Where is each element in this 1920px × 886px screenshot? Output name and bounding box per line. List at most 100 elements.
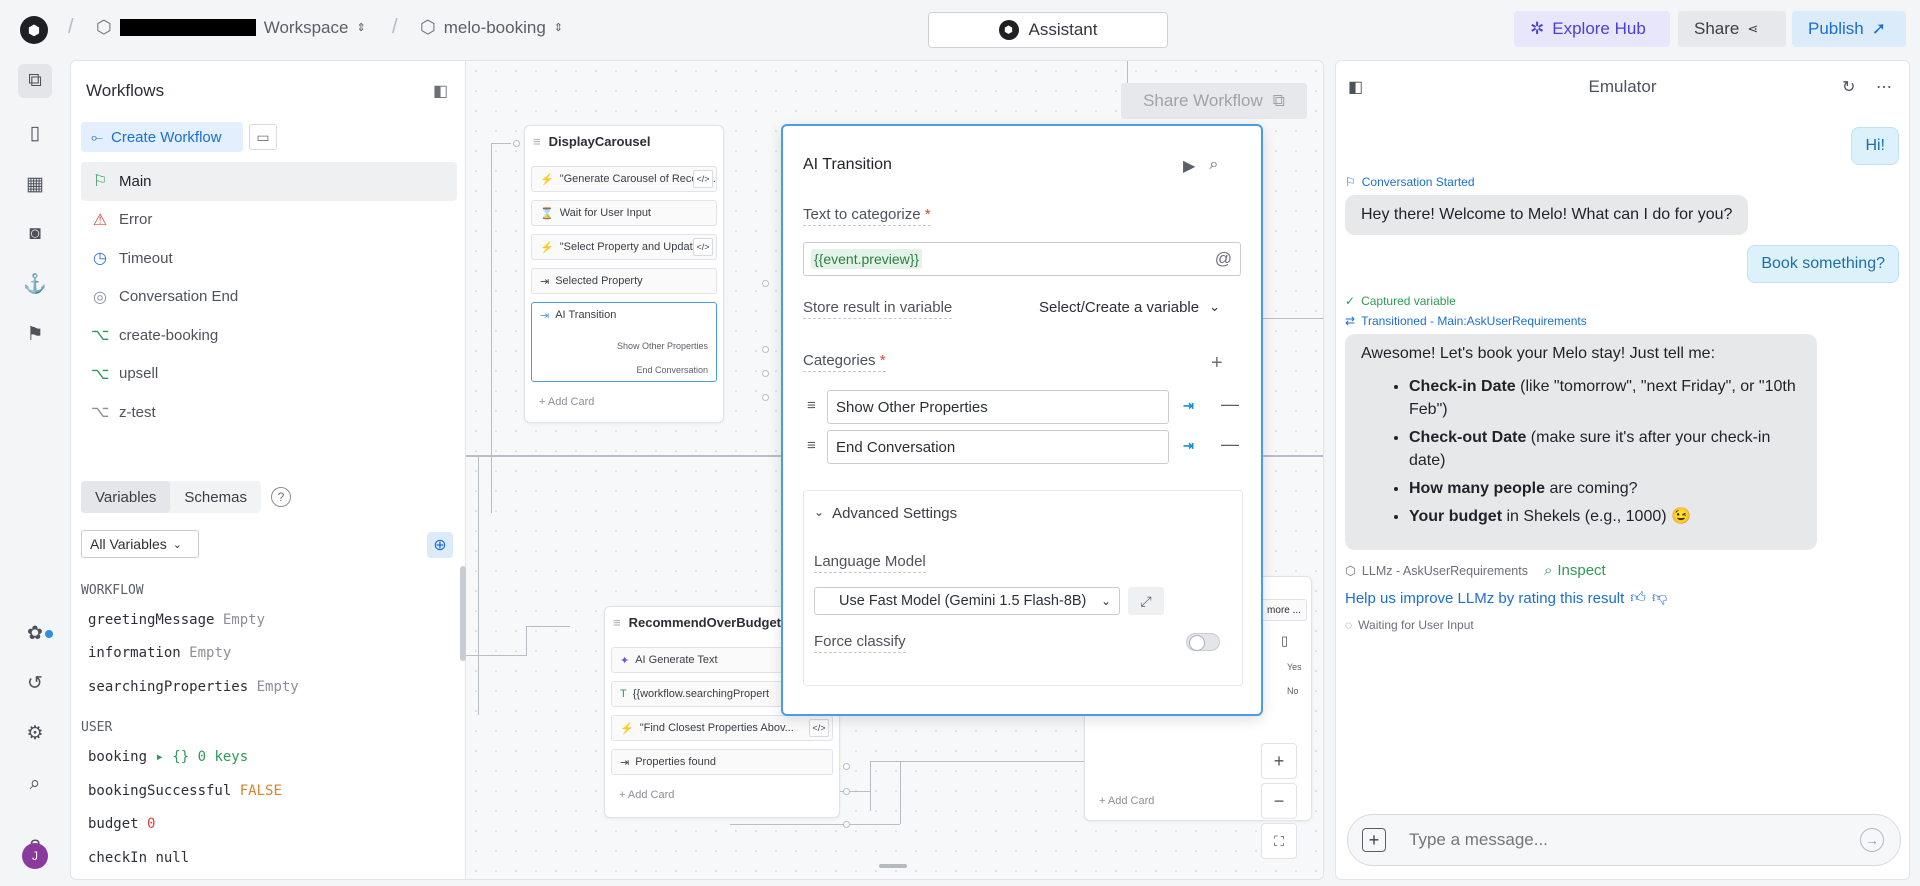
workspace-breadcrumb[interactable]: ⬡ Workspace ⇕ [96, 17, 366, 38]
explore-hub-button[interactable]: ✲ Explore Hub [1514, 11, 1670, 47]
code-icon[interactable]: </> [809, 719, 829, 737]
node-port[interactable] [843, 788, 850, 795]
book-icon[interactable]: ▯ [1281, 633, 1288, 649]
canvas-scroll-handle[interactable] [879, 864, 907, 868]
expand-icon[interactable]: ⤢ [1128, 587, 1164, 615]
app-logo-icon[interactable]: ⬢ [20, 16, 48, 44]
at-mention-icon[interactable]: @ [1215, 249, 1232, 269]
workflow-item-main[interactable]: ⚐ Main [81, 162, 457, 201]
node-port[interactable] [762, 370, 769, 377]
text-to-categorize-label: Text to categorize * [803, 206, 931, 226]
workflows-nav-icon[interactable]: ⧉ [18, 64, 52, 98]
fit-view-button[interactable]: ⛶ [1261, 823, 1297, 859]
node-card[interactable]: ⚡ "Select Property and Update ... </> [531, 234, 717, 260]
variable-row[interactable]: bookingSuccessful FALSE [88, 783, 282, 799]
category-input[interactable]: Show Other Properties [827, 390, 1169, 424]
workflow-item-upsell[interactable]: ⌥ upsell [81, 355, 457, 394]
workflow-item-create-booking[interactable]: ⌥ create-booking [81, 316, 457, 355]
workflow-item-error[interactable]: ⚠ Error [81, 201, 457, 240]
drag-grip-icon[interactable]: ≡ [533, 134, 541, 149]
drag-grip-icon[interactable]: ≡ [807, 437, 816, 454]
node-card[interactable]: ⇥ Selected Property [531, 268, 717, 294]
history-icon[interactable]: ↺ [18, 666, 52, 700]
help-circle-icon[interactable]: ? [271, 487, 291, 507]
thumbs-down-icon[interactable]: 👎︎ [1652, 589, 1667, 607]
tab-schemas[interactable]: Schemas [170, 481, 261, 513]
node-port[interactable] [762, 346, 769, 353]
share-label: Share [1694, 19, 1740, 38]
tab-variables[interactable]: Variables [81, 481, 171, 513]
node-card[interactable]: ⚡ "Find Closest Properties Abov... </> [611, 715, 833, 741]
variable-row[interactable]: booking ▸ {} 0 keys [88, 749, 248, 765]
variable-row[interactable]: information Empty [88, 645, 231, 661]
project-breadcrumb[interactable]: ⬡ melo-booking ⇕ [420, 17, 563, 38]
add-variable-icon[interactable]: ⊕ [427, 532, 453, 558]
card-label: AI Generate Text [635, 654, 718, 666]
zoom-in-button[interactable]: + [1261, 743, 1297, 779]
search-icon[interactable]: ⌕ [18, 767, 52, 801]
node-display-carousel[interactable]: ≡ DisplayCarousel ⚡ "Generate Carousel of … [524, 125, 724, 423]
more-button[interactable]: more ... [1261, 599, 1307, 621]
zoom-out-button[interactable]: − [1261, 783, 1297, 819]
inspect-button[interactable]: ⌕ Inspect [1544, 562, 1606, 579]
text-to-categorize-input[interactable]: {{event.preview}} @ [803, 242, 1241, 276]
attach-plus-icon[interactable]: + [1362, 828, 1386, 852]
variable-row[interactable]: searchingProperties Empty [88, 679, 299, 695]
code-icon[interactable]: </> [693, 170, 713, 188]
reset-icon[interactable]: ↻ [1842, 77, 1855, 97]
workflow-item-conversation-end[interactable]: ◎ Conversation End [81, 278, 457, 317]
node-card[interactable]: ⌛ Wait for User Input [531, 200, 717, 226]
remove-category-icon[interactable]: — [1221, 434, 1239, 455]
message-input[interactable] [1409, 830, 1829, 850]
node-port[interactable] [762, 394, 769, 401]
create-workflow-button[interactable]: ⟜ Create Workflow [81, 122, 243, 152]
docs-search-icon[interactable]: ⌕ [1209, 156, 1218, 176]
node-card-ai-transition[interactable]: ⇥ AI Transition Show Other Properties End… [531, 302, 717, 382]
anchor-icon[interactable]: ⚓ [18, 267, 52, 301]
remove-category-icon[interactable]: — [1221, 394, 1239, 415]
drag-grip-icon[interactable]: ≡ [613, 615, 621, 630]
user-avatar[interactable]: J [22, 843, 48, 869]
assistant-button[interactable]: ⬢ Assistant [928, 12, 1168, 48]
node-port[interactable] [762, 280, 769, 287]
advanced-settings-toggle[interactable]: ⌄ Advanced Settings [814, 505, 957, 522]
language-model-select[interactable]: Use Fast Model (Gemini 1.5 Flash-8B) ⌄ [814, 587, 1120, 615]
node-port[interactable] [843, 821, 850, 828]
new-folder-icon[interactable]: ▭ [249, 124, 277, 150]
share-button[interactable]: Share ⋖ [1678, 11, 1786, 47]
node-port[interactable] [843, 763, 850, 770]
send-arrow-icon[interactable]: → [1860, 828, 1884, 852]
more-options-icon[interactable]: ⋯ [1876, 77, 1892, 97]
workflow-item-z-test[interactable]: ⌥ z-test [81, 393, 457, 432]
variable-row[interactable]: greetingMessage Empty [88, 612, 265, 628]
transition-arrow-icon[interactable]: ⇥ [1183, 438, 1194, 454]
add-category-icon[interactable]: + [1211, 352, 1223, 375]
collapse-panel-icon[interactable]: ◧ [433, 81, 448, 101]
code-icon[interactable]: </> [693, 238, 713, 256]
node-card[interactable]: ⇥ Properties found [611, 749, 833, 775]
drag-grip-icon[interactable]: ≡ [807, 397, 816, 414]
add-card-button[interactable]: + Add Card [1099, 795, 1154, 807]
variables-filter-select[interactable]: All Variables ⌄ [81, 530, 199, 558]
tables-grid-icon[interactable]: ▦ [18, 167, 52, 201]
add-card-button[interactable]: + Add Card [619, 789, 674, 801]
share-workflow-button[interactable]: Share Workflow ⧉ [1121, 83, 1307, 119]
knowledge-book-icon[interactable]: ▯ [18, 116, 52, 150]
node-port[interactable] [513, 140, 520, 147]
video-tutorial-icon[interactable]: ▶ [1183, 156, 1195, 176]
publish-button[interactable]: Publish ➚ [1792, 11, 1906, 47]
store-variable-select[interactable]: Select/Create a variable ⌄ [1039, 299, 1220, 316]
bookmark-icon[interactable]: ⚑ [18, 317, 52, 351]
bot-icon[interactable]: ◙ [18, 217, 52, 251]
variable-row[interactable]: budget 0 [88, 816, 155, 832]
variable-row[interactable]: checkIn null [88, 850, 189, 866]
add-card-button[interactable]: + Add Card [539, 396, 594, 408]
transition-arrow-icon[interactable]: ⇥ [1183, 398, 1194, 414]
category-input[interactable]: End Conversation [827, 430, 1169, 464]
force-classify-toggle[interactable] [1186, 633, 1220, 651]
node-card[interactable]: ⚡ "Generate Carousel of Recom... </> [531, 166, 717, 192]
project-icon: ⬡ [420, 17, 436, 37]
workflow-item-timeout[interactable]: ◷ Timeout [81, 239, 457, 278]
settings-gear-icon[interactable]: ⚙ [18, 716, 52, 750]
thumbs-up-icon[interactable]: 👍︎ [1630, 589, 1646, 607]
